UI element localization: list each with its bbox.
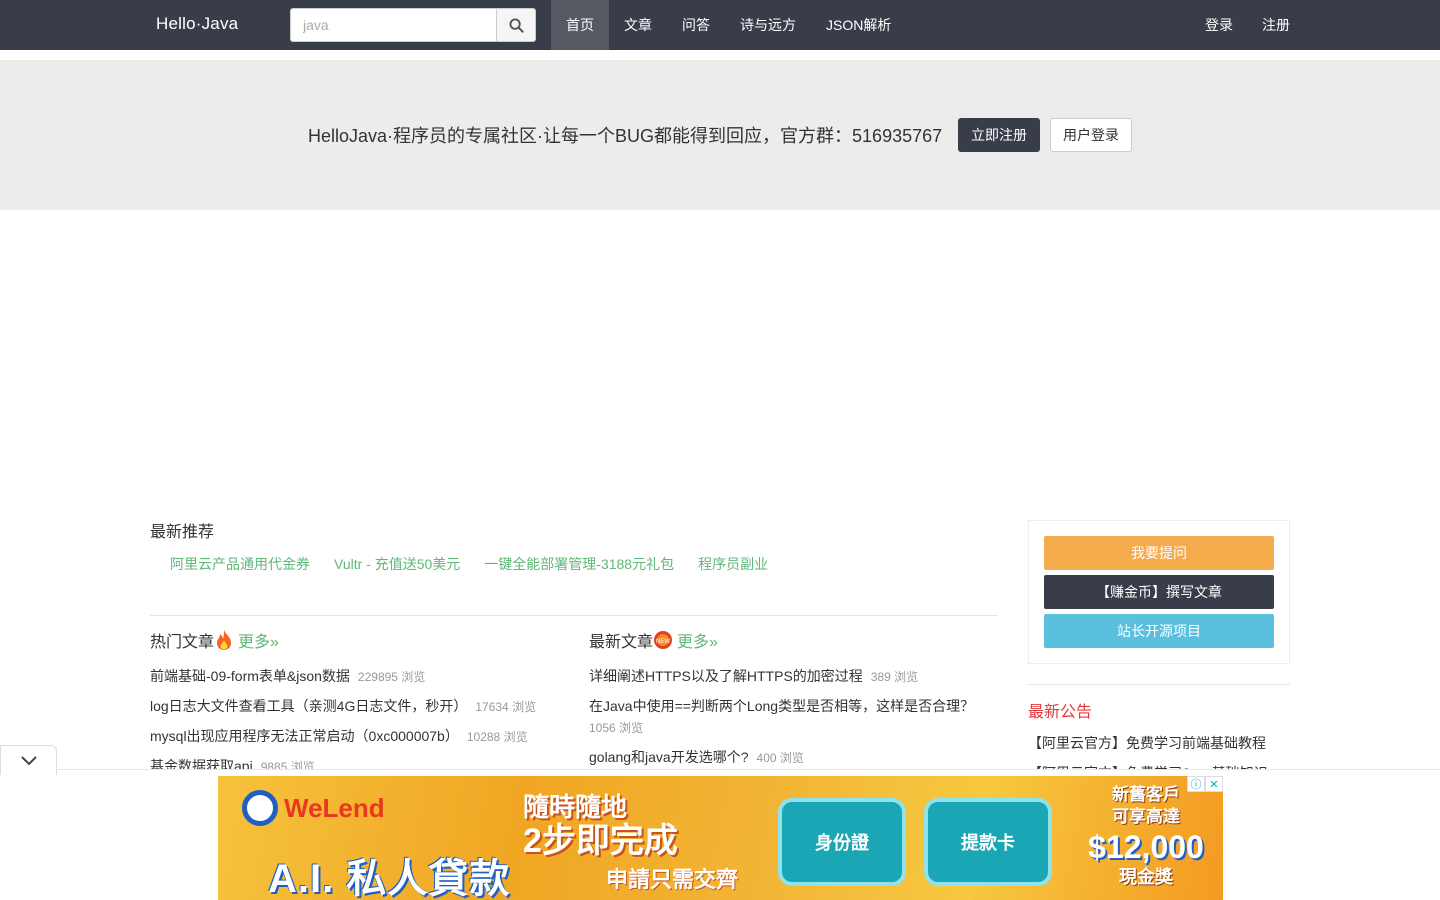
fire-icon xyxy=(217,630,232,650)
nav-qa[interactable]: 问答 xyxy=(667,0,725,50)
list-item: 前端基础-09-form表单&json数据 229895 浏览 xyxy=(150,666,570,688)
hot-articles-section: 热门文章 更多» 前端基础-09-form表单&json数据 229895 浏览 … xyxy=(150,628,570,786)
recommend-title: 最新推荐 xyxy=(150,524,215,541)
hot-articles-list: 前端基础-09-form表单&json数据 229895 浏览 log日志大文件查… xyxy=(150,666,570,778)
notice-title: 最新公告 xyxy=(1028,704,1093,721)
ad-collapse-button[interactable] xyxy=(0,745,57,775)
list-item: mysql出现应用程序无法正常启动（0xc000007b） 10288 浏览 xyxy=(150,726,570,748)
site-logo[interactable]: Hello·Java xyxy=(156,14,238,34)
ad-info-icon[interactable]: ⓘ xyxy=(1187,776,1205,792)
nav-login[interactable]: 登录 xyxy=(1176,0,1233,50)
new-articles-header: 最新文章 NEW 更多» xyxy=(589,628,989,652)
article-title-link[interactable]: 在Java中使用==判断两个Long类型是否相等，这样是否合理？ xyxy=(589,698,974,714)
list-item: log日志大文件查看工具（亲测4G日志文件，秒开） 17634 浏览 xyxy=(150,696,570,718)
new-badge-icon: NEW xyxy=(654,631,673,649)
ad-mid-line1: 隨時隨地 xyxy=(523,792,628,822)
view-count: 400 浏览 xyxy=(756,751,804,765)
recommend-link[interactable]: 程序员副业 xyxy=(698,554,768,574)
sidebar-divider xyxy=(1028,684,1290,685)
hero-banner: HelloJava·程序员的专属社区·让每一个BUG都能得到回应，官方群：516… xyxy=(0,60,1440,210)
register-now-button[interactable]: 立即注册 xyxy=(958,118,1040,152)
search-button[interactable] xyxy=(497,8,536,42)
action-panel: 我要提问 【赚金币】撰写文章 站长开源项目 xyxy=(1028,520,1290,664)
chevron-down-icon xyxy=(20,755,37,765)
ad-mid-line2: 2步即完成 xyxy=(523,822,678,860)
user-nav: 登录 注册 xyxy=(1176,0,1290,50)
recommend-link[interactable]: Vultr - 充值送50美元 xyxy=(334,554,460,574)
list-item: golang和java开发选哪个? 400 浏览 xyxy=(589,747,989,769)
main-nav: 首页 文章 问答 诗与远方 JSON解析 xyxy=(551,0,906,50)
notice-item[interactable]: 【阿里云官方】免费学习前端基础教程 xyxy=(1028,733,1290,753)
hot-articles-header: 热门文章 更多» xyxy=(150,628,570,652)
ad-controls: ⓘ ✕ xyxy=(1187,776,1223,792)
view-count: 1056 浏览 xyxy=(589,721,644,735)
view-count: 229895 浏览 xyxy=(357,670,426,684)
new-articles-more-link[interactable]: 更多» xyxy=(677,628,718,652)
top-navbar: Hello·Java 首页 文章 问答 诗与远方 JSON解析 登录 注册 xyxy=(0,0,1440,50)
view-count: 389 浏览 xyxy=(870,670,919,684)
list-item: 在Java中使用==判断两个Long类型是否相等，这样是否合理？ 1056 浏览 xyxy=(589,696,989,739)
ad-brand: WeLend xyxy=(242,790,385,826)
article-title-link[interactable]: mysql出现应用程序无法正常启动（0xc000007b） xyxy=(150,728,459,744)
ad-close-icon[interactable]: ✕ xyxy=(1205,776,1223,792)
nav-json[interactable]: JSON解析 xyxy=(811,0,906,50)
ad-promo-line3: 現金獎 xyxy=(1119,867,1173,887)
ad-promo-amount: $12,000 xyxy=(1088,829,1204,865)
article-title-link[interactable]: 前端基础-09-form表单&json数据 xyxy=(150,668,350,684)
ad-headline: A.I. 私人貸款 xyxy=(268,857,511,900)
view-count: 10288 浏览 xyxy=(466,730,528,744)
hot-articles-title: 热门文章 xyxy=(150,634,215,651)
nav-home[interactable]: 首页 xyxy=(551,0,609,50)
article-title-link[interactable]: golang和java开发选哪个? xyxy=(589,749,749,765)
search-icon xyxy=(508,17,524,33)
ad-brand-name: WeLend xyxy=(284,792,385,823)
hero-text: HelloJava·程序员的专属社区·让每一个BUG都能得到回应，官方群：516… xyxy=(308,126,943,146)
recommend-links: 阿里云产品通用代金券 Vultr - 充值送50美元 一键全能部署管理-3188… xyxy=(170,554,768,574)
list-item: 详细阐述HTTPS以及了解HTTPS的加密过程 389 浏览 xyxy=(589,666,989,688)
recommend-link[interactable]: 一键全能部署管理-3188元礼包 xyxy=(484,554,674,574)
nav-articles[interactable]: 文章 xyxy=(609,0,667,50)
recommend-link[interactable]: 阿里云产品通用代金券 xyxy=(170,554,310,574)
new-articles-section: 最新文章 NEW 更多» 详细阐述HTTPS以及了解HTTPS的加密过程 389 … xyxy=(589,628,989,777)
ad-banner[interactable]: WeLend A.I. 私人貸款 隨時隨地 2步即完成 申請只需交齊 身份證 提… xyxy=(218,776,1223,900)
ad-promo: 新舊客戶 可享高達 $12,000 現金獎 xyxy=(1076,784,1216,888)
new-articles-title: 最新文章 xyxy=(589,634,654,651)
nav-poetry[interactable]: 诗与远方 xyxy=(725,0,811,50)
welend-logo-icon xyxy=(242,790,278,826)
write-article-button[interactable]: 【赚金币】撰写文章 xyxy=(1044,575,1274,609)
ad-mid-text: 隨時隨地 2步即完成 xyxy=(523,790,678,858)
search-bar xyxy=(290,8,536,42)
new-articles-list: 详细阐述HTTPS以及了解HTTPS的加密过程 389 浏览 在Java中使用==… xyxy=(589,666,989,769)
user-login-button[interactable]: 用户登录 xyxy=(1050,118,1132,152)
section-divider xyxy=(150,615,998,616)
ad-sub-text: 申請只需交齊 xyxy=(606,867,739,892)
hot-articles-more-link[interactable]: 更多» xyxy=(238,628,279,652)
ad-atm-card: 提款卡 xyxy=(924,798,1052,886)
article-title-link[interactable]: 详细阐述HTTPS以及了解HTTPS的加密过程 xyxy=(589,668,863,684)
search-input[interactable] xyxy=(290,8,497,42)
view-count: 17634 浏览 xyxy=(475,700,537,714)
nav-register[interactable]: 注册 xyxy=(1233,0,1290,50)
ad-promo-line2: 可享高達 xyxy=(1112,807,1180,826)
ask-question-button[interactable]: 我要提问 xyxy=(1044,536,1274,570)
opensource-projects-button[interactable]: 站长开源项目 xyxy=(1044,614,1274,648)
svg-text:NEW: NEW xyxy=(656,639,670,645)
article-title-link[interactable]: log日志大文件查看工具（亲测4G日志文件，秒开） xyxy=(150,698,467,714)
ad-id-card: 身份證 xyxy=(778,798,906,886)
